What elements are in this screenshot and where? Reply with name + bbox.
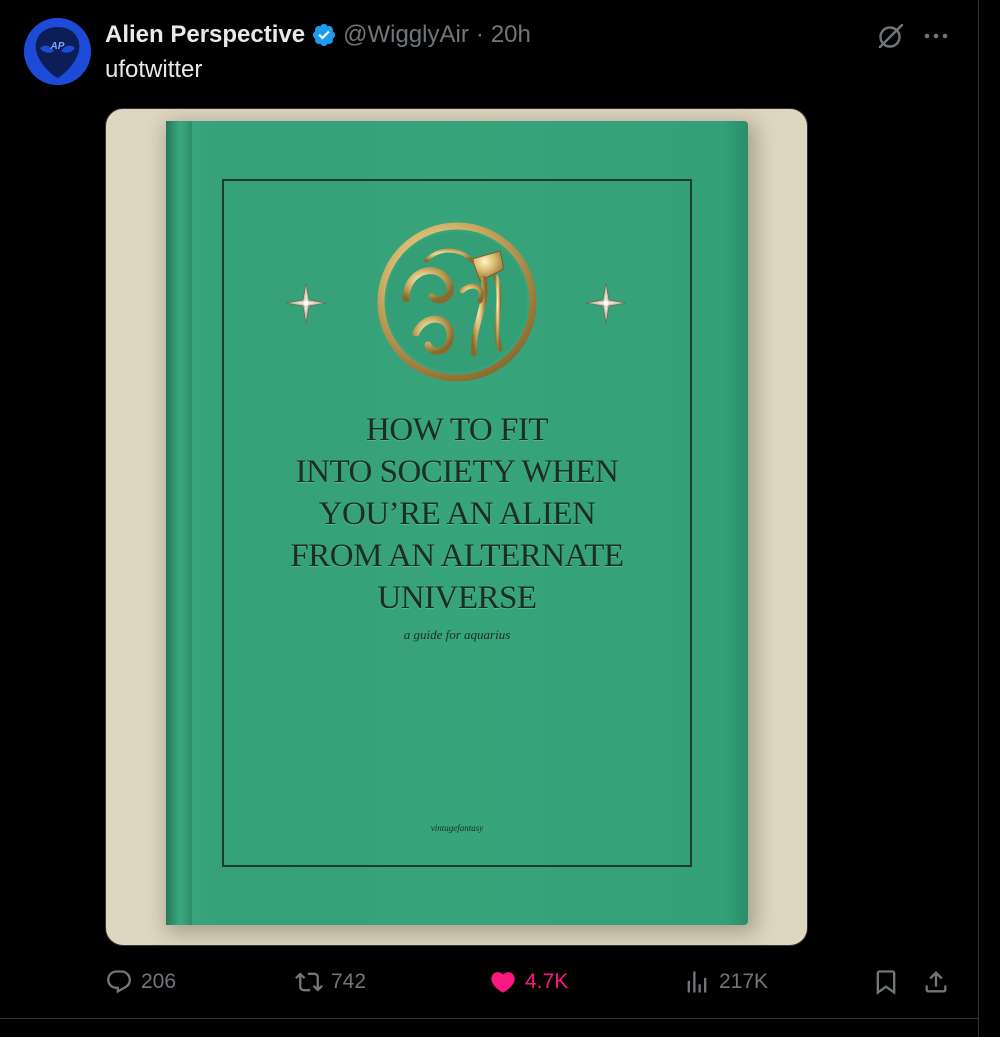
retweet-icon: [295, 972, 323, 992]
tweet-header: Alien Perspective @WigglyAir · 20h: [105, 18, 531, 52]
tweet-container: AP Alien Perspective @WigglyAir · 20h uf…: [0, 0, 979, 1037]
view-count: 217K: [719, 970, 769, 993]
views-icon: [687, 971, 707, 993]
book-title-line: YOU’RE AN ALIEN: [318, 496, 596, 532]
bookmark-icon: [876, 970, 896, 995]
reply-count: 206: [141, 970, 177, 993]
book-subtitle: a guide for aquarius: [403, 627, 511, 642]
reply-icon: [107, 970, 131, 994]
more-icon[interactable]: [920, 20, 952, 52]
star-ornament-icon: [285, 282, 327, 324]
share-icon: [925, 971, 947, 993]
timestamp[interactable]: 20h: [491, 21, 531, 49]
user-handle[interactable]: @WigglyAir: [343, 21, 469, 49]
avatar-initials: AP: [50, 41, 65, 52]
aquarius-emblem-icon: [377, 222, 537, 382]
grok-icon[interactable]: [875, 20, 907, 52]
book-cover: HOW TO FIT INTO SOCIETY WHEN YOU’RE AN A…: [166, 121, 748, 925]
repost-count: 742: [331, 970, 367, 993]
divider: [0, 1018, 978, 1019]
book-title: HOW TO FIT INTO SOCIETY WHEN YOU’RE AN A…: [206, 409, 708, 619]
alien-logo-icon: AP: [24, 18, 91, 85]
book-title-line: FROM AN ALTERNATE: [290, 538, 624, 574]
tweet-text: ufotwitter: [105, 56, 203, 83]
like-count: 4.7K: [525, 970, 569, 993]
repost-button[interactable]: 742: [295, 962, 366, 1002]
separator: ·: [475, 21, 484, 48]
bookmark-button[interactable]: [872, 962, 900, 1002]
verified-badge-icon[interactable]: [311, 22, 337, 48]
avatar[interactable]: AP: [24, 18, 91, 85]
like-button[interactable]: 4.7K: [489, 962, 568, 1002]
book-title-line: HOW TO FIT: [365, 412, 549, 448]
book-spine: [166, 121, 192, 925]
book-credit: vintagefantasy: [430, 823, 484, 833]
heart-icon: [491, 972, 515, 993]
display-name[interactable]: Alien Perspective: [105, 21, 305, 49]
share-button[interactable]: [922, 962, 950, 1002]
tweet-media-image[interactable]: HOW TO FIT INTO SOCIETY WHEN YOU’RE AN A…: [105, 108, 808, 946]
tweet-action-bar: 206 742 4.7K 217K: [0, 962, 978, 1002]
reply-button[interactable]: 206: [105, 962, 176, 1002]
book-title-line: INTO SOCIETY WHEN: [295, 454, 619, 490]
views-button[interactable]: 217K: [683, 962, 768, 1002]
book-title-line: UNIVERSE: [377, 580, 537, 616]
star-ornament-icon: [585, 282, 627, 324]
